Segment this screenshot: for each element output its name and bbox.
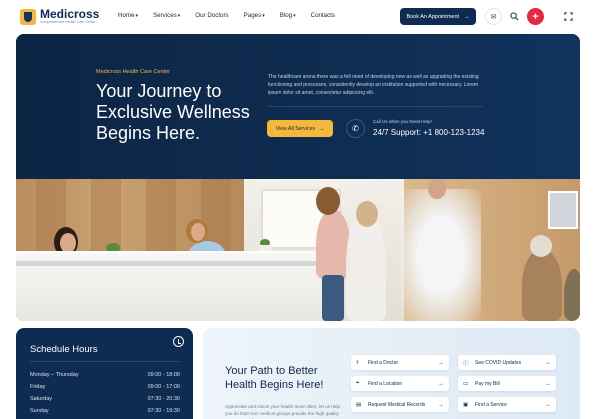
hero-title: Your Journey to Exclusive Wellness Begin… <box>96 81 250 143</box>
main-nav: Home▾ Services▾ Our Doctors Pages▾ Blog▾… <box>118 12 350 19</box>
chevron-down-icon: ▾ <box>135 13 139 19</box>
chevron-down-icon: ▾ <box>262 13 265 19</box>
schedule-row: Saturday 07:30 - 20:30 <box>30 396 180 402</box>
arrow-right-icon: → <box>545 401 551 408</box>
arrow-right-icon: → <box>545 359 551 366</box>
pay-my-bill-link[interactable]: ▭ Pay my Bill → <box>458 376 556 391</box>
schedule-card: Schedule Hours Monday – Thursday 09:00 -… <box>16 328 193 419</box>
nav-item-blog[interactable]: Blog▾ <box>280 12 296 19</box>
nav-item-our-doctors[interactable]: Our Doctors <box>195 12 228 19</box>
schedule-row: Sunday 07:30 - 19:30 <box>30 408 180 414</box>
hero-banner: Medicross Health Care Center Your Journe… <box>16 34 580 179</box>
bill-icon: ▭ <box>463 380 469 387</box>
site-header: Medicross Comprehensive Health Care Cent… <box>0 0 593 33</box>
nav-item-pages[interactable]: Pages▾ <box>244 12 265 19</box>
logo-icon <box>20 8 36 25</box>
find-a-location-link[interactable]: ⌖ Find a Location → <box>351 376 449 391</box>
schedule-row: Friday 09:00 - 17:00 <box>30 384 180 390</box>
mail-icon[interactable]: ✉ <box>485 8 502 25</box>
hero-section: Medicross Health Care Center Your Journe… <box>16 34 580 321</box>
support-phone[interactable]: 24/7 Support: +1 800-123-1234 <box>373 128 484 137</box>
arrow-right-icon: → <box>464 13 470 20</box>
brand-logo[interactable]: Medicross Comprehensive Health Care Cent… <box>20 8 99 25</box>
quick-links-card: Your Path to Better Health Begins Here! … <box>203 328 580 419</box>
hero-divider <box>268 106 483 107</box>
find-a-service-link[interactable]: ▣ Find a Service → <box>458 397 556 412</box>
location-pin-icon: ⌖ <box>356 380 360 386</box>
service-icon: ▣ <box>463 401 469 408</box>
fullscreen-icon[interactable] <box>560 8 577 25</box>
doctor-icon: ⚕ <box>356 359 359 366</box>
search-icon[interactable] <box>506 8 523 25</box>
medical-plus-icon[interactable]: + <box>527 8 544 25</box>
arrow-right-icon: → <box>438 359 444 366</box>
clock-icon <box>173 336 184 347</box>
records-icon: ▤ <box>356 401 362 408</box>
path-description: Appreciate and check your health more of… <box>225 404 340 419</box>
nav-item-contacts[interactable]: Contacts <box>311 12 335 19</box>
arrow-right-icon: → <box>438 380 444 387</box>
find-a-doctor-link[interactable]: ⚕ Find a Doctor → <box>351 355 449 370</box>
info-icon: ⓘ <box>463 360 469 367</box>
phone-icon[interactable]: ✆ <box>346 119 365 138</box>
request-medical-records-link[interactable]: ▤ Request Medical Records → <box>351 397 449 412</box>
path-title: Your Path to Better Health Begins Here! <box>225 365 324 391</box>
chevron-down-icon: ▾ <box>293 13 296 19</box>
chevron-down-icon: ▾ <box>177 13 181 19</box>
hero-eyebrow: Medicross Health Care Center <box>96 69 170 75</box>
covid-updates-link[interactable]: ⓘ See COVID Updates → <box>458 355 556 370</box>
view-all-services-button[interactable]: View All Services → <box>267 120 333 137</box>
hero-description: The healthcare arena there was a felt ne… <box>268 74 479 96</box>
book-appointment-button[interactable]: Book An Appointment → <box>400 8 476 25</box>
arrow-right-icon: → <box>545 380 551 387</box>
arrow-right-icon: → <box>438 401 444 408</box>
schedule-title: Schedule Hours <box>30 344 98 355</box>
hero-photo <box>16 179 580 321</box>
schedule-row: Monday – Thursday 09:00 - 18:00 <box>30 372 180 378</box>
nav-item-home[interactable]: Home▾ <box>118 12 138 19</box>
arrow-right-icon: → <box>319 125 325 132</box>
nav-item-services[interactable]: Services▾ <box>153 12 180 19</box>
brand-name: Medicross <box>40 7 100 21</box>
help-label: Call Us when you Need Help! <box>373 119 432 124</box>
brand-tagline: Comprehensive Health Care Center <box>40 20 96 24</box>
